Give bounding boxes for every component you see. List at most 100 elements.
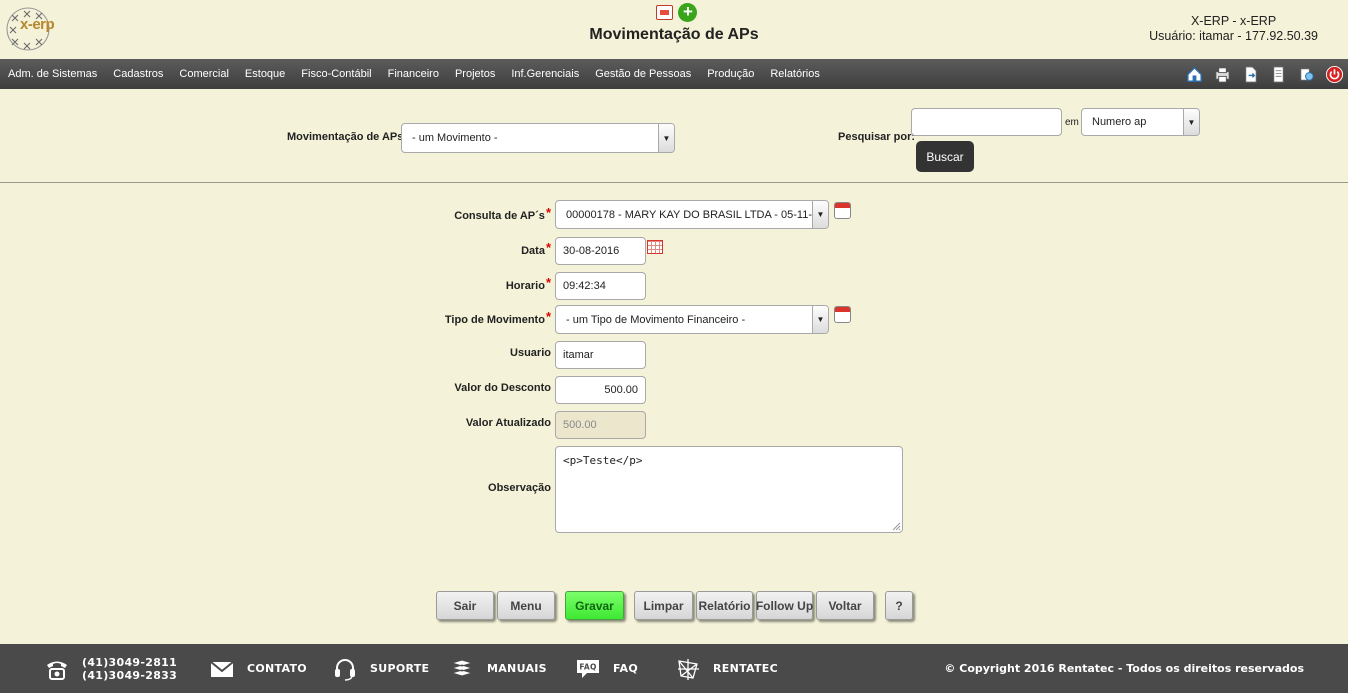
search-docs-icon[interactable]	[1297, 65, 1316, 84]
required-marker: *	[545, 205, 551, 220]
desconto-label: Valor do Desconto	[454, 382, 551, 394]
faq-icon-text: FAQ	[579, 662, 596, 671]
menu-item-cadastros[interactable]: Cadastros	[105, 68, 171, 80]
toolbar-icons	[1185, 65, 1344, 84]
menu-item-adm-sistemas[interactable]: Adm. de Sistemas	[0, 68, 105, 80]
suporte-link[interactable]: SUPORTE	[370, 662, 429, 675]
phone-2: (41)3049-2833	[82, 668, 178, 682]
atualizado-label: Valor Atualizado	[465, 417, 551, 429]
footer-rentatec[interactable]: RENTATEC	[675, 644, 778, 693]
power-icon[interactable]	[1325, 65, 1344, 84]
search-input[interactable]	[911, 108, 1062, 136]
rentatec-link[interactable]: RENTATEC	[713, 662, 778, 675]
menu-item-financeiro[interactable]: Financeiro	[380, 68, 447, 80]
consulta-aps-value: 00000178 - MARY KAY DO BRASIL LTDA - 05-…	[566, 208, 819, 221]
consulta-aps-select[interactable]: 00000178 - MARY KAY DO BRASIL LTDA - 05-…	[555, 200, 829, 229]
faq-link[interactable]: FAQ	[613, 662, 638, 675]
required-marker: *	[545, 275, 551, 290]
export-doc-icon[interactable]	[1241, 65, 1260, 84]
consulta-label-text: Consulta de AP´s	[454, 210, 545, 222]
relatorio-button[interactable]: Relatório	[696, 591, 753, 620]
tipo-movimento-select[interactable]: - um Tipo de Movimento Financeiro - ▼	[555, 305, 829, 334]
data-input[interactable]: 30-08-2016	[555, 237, 646, 265]
search-field-value: Numero ap	[1092, 116, 1147, 128]
menu-item-comercial[interactable]: Comercial	[171, 68, 237, 80]
usuario-label: Usuario	[510, 347, 551, 359]
footer-contato[interactable]: CONTATO	[209, 644, 307, 693]
headset-icon	[335, 658, 355, 681]
search-field-select[interactable]: Numero ap ▼	[1081, 108, 1200, 136]
user-info: X-ERP - x-ERP Usuário: itamar - 177.92.5…	[1149, 14, 1318, 44]
network-icon	[678, 658, 699, 680]
tipo-movimento-label-text: Tipo de Movimento	[444, 314, 545, 326]
observacao-textarea[interactable]: <p>Teste</p>	[555, 446, 903, 533]
copyright-text: © Copyright 2016 Rentatec - Todos os dir…	[944, 662, 1304, 675]
calendar-icon[interactable]	[834, 306, 851, 323]
footer: (41)3049-2811 (41)3049-2833 CONTATO SUPO…	[0, 644, 1348, 693]
phone-icon	[47, 661, 67, 680]
consulta-label: Consulta de AP´s*	[454, 205, 551, 222]
help-button[interactable]: ?	[885, 591, 913, 620]
document-list-icon[interactable]	[1269, 65, 1288, 84]
user-line: Usuário: itamar - 177.92.50.39	[1149, 29, 1318, 43]
desconto-input[interactable]: 500.00	[555, 376, 646, 404]
menu-bar: Adm. de Sistemas Cadastros Comercial Est…	[0, 59, 1348, 89]
envelope-icon	[210, 660, 234, 677]
horario-label: Horario*	[505, 275, 551, 292]
menu-button[interactable]: Menu	[497, 591, 555, 620]
chevron-down-icon[interactable]: ▼	[658, 124, 674, 152]
usuario-input[interactable]: itamar	[555, 341, 646, 369]
horario-label-text: Horario	[505, 280, 545, 292]
tipo-movimento-value: - um Tipo de Movimento Financeiro -	[566, 313, 746, 326]
data-label-text: Data	[521, 245, 545, 257]
horario-input[interactable]: 09:42:34	[555, 272, 646, 300]
required-marker: *	[545, 240, 551, 255]
limpar-button[interactable]: Limpar	[634, 591, 693, 620]
header: x-erp + Movimentação de APs X-ERP - x-ER…	[0, 0, 1348, 59]
resize-handle-icon[interactable]	[891, 521, 901, 531]
faq-bubble-icon: FAQ	[577, 659, 599, 678]
voltar-button[interactable]: Voltar	[816, 591, 874, 620]
gravar-button[interactable]: Gravar	[565, 591, 624, 620]
required-marker: *	[545, 309, 551, 324]
home-icon[interactable]	[1185, 65, 1204, 84]
menu-item-gestao-pessoas[interactable]: Gestão de Pessoas	[587, 68, 699, 80]
observacao-label: Observação	[488, 482, 551, 494]
top-icons: +	[656, 3, 698, 23]
footer-faq[interactable]: FAQ FAQ	[575, 644, 638, 693]
manuais-link[interactable]: MANUAIS	[487, 662, 547, 675]
atualizado-input: 500.00	[555, 411, 646, 439]
chevron-down-icon[interactable]: ▼	[1183, 109, 1199, 135]
data-label: Data*	[521, 240, 551, 257]
menu-item-producao[interactable]: Produção	[699, 68, 762, 80]
tipo-movimento-label: Tipo de Movimento*	[444, 309, 551, 326]
menu-item-fisco-contabil[interactable]: Fisco-Contábil	[293, 68, 379, 80]
footer-suporte[interactable]: SUPORTE	[332, 644, 429, 693]
chevron-down-icon[interactable]: ▼	[812, 306, 828, 333]
menu-item-inf-gerenciais[interactable]: Inf.Gerenciais	[503, 68, 587, 80]
page-title: Movimentação de APs	[589, 26, 759, 43]
menu-item-relatorios[interactable]: Relatórios	[762, 68, 828, 80]
movimentacao-label: Movimentação de APs	[287, 131, 404, 143]
menu-item-projetos[interactable]: Projetos	[447, 68, 503, 80]
date-picker-icon[interactable]	[647, 240, 663, 254]
em-label: em	[1065, 117, 1079, 128]
calendar-icon[interactable]	[834, 202, 851, 219]
movimentacao-select[interactable]: - um Movimento - ▼	[401, 123, 675, 153]
menu-items: Adm. de Sistemas Cadastros Comercial Est…	[0, 59, 828, 89]
contato-link[interactable]: CONTATO	[247, 662, 307, 675]
print-icon[interactable]	[1213, 65, 1232, 84]
chevron-down-icon[interactable]: ▼	[812, 201, 828, 228]
movimentacao-select-value: - um Movimento -	[412, 132, 498, 144]
pesquisar-label: Pesquisar por:	[838, 131, 916, 143]
follow-up-button[interactable]: Follow Up	[756, 591, 813, 620]
document-icon[interactable]	[656, 5, 673, 20]
add-icon[interactable]: +	[678, 3, 698, 22]
footer-manuais[interactable]: MANUAIS	[449, 644, 547, 693]
sair-button[interactable]: Sair	[436, 591, 494, 620]
system-name: X-ERP - x-ERP	[1190, 14, 1277, 28]
menu-item-estoque[interactable]: Estoque	[237, 68, 293, 80]
phone-1: (41)3049-2811	[82, 655, 178, 669]
books-icon	[450, 658, 474, 677]
buscar-button[interactable]: Buscar	[916, 141, 974, 172]
